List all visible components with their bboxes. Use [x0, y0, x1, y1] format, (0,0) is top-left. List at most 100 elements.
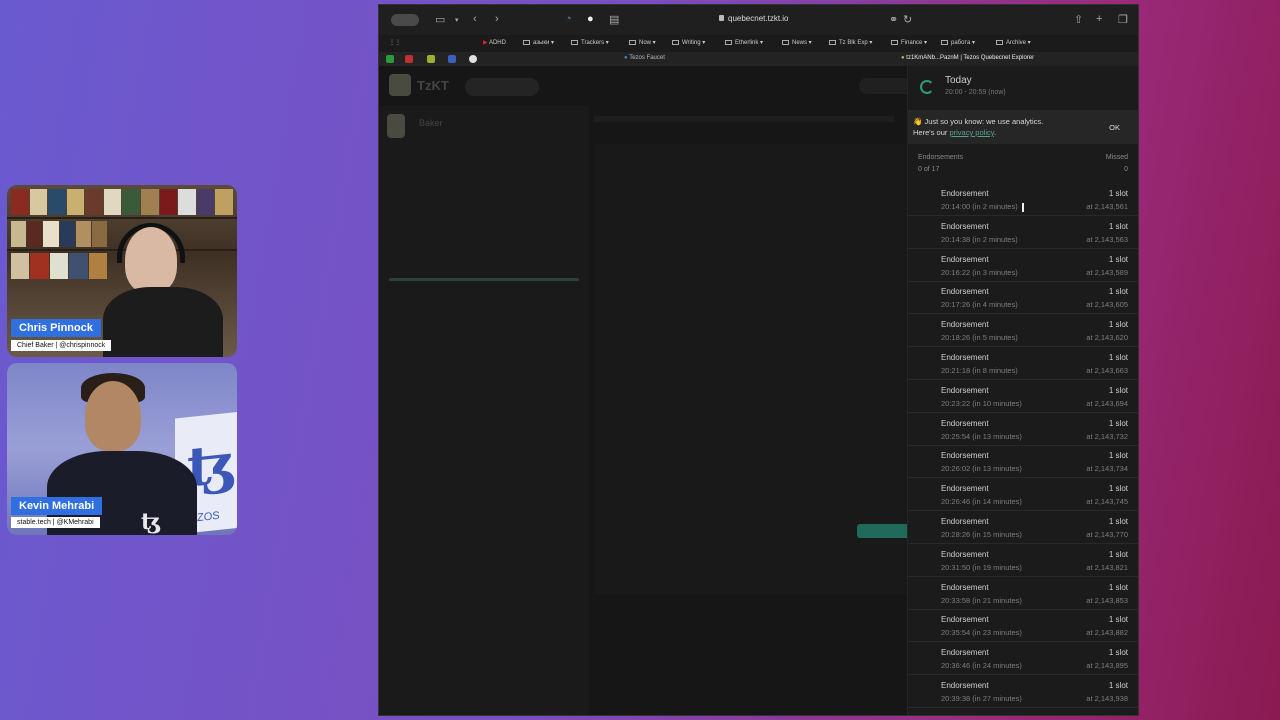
bookmark-adhd[interactable]: ▶ ADHD [483, 39, 506, 46]
item-label: Endorsement [941, 287, 989, 297]
item-label: Endorsement [941, 648, 989, 658]
item-label: Endorsement [941, 451, 989, 461]
item-time: 20:25:54 (in 13 minutes) [941, 431, 1022, 441]
rss-icon[interactable]: ◔ [565, 13, 572, 25]
extension-icon[interactable] [405, 55, 413, 63]
chevron-down-icon[interactable]: ▾ [455, 16, 459, 24]
list-item[interactable]: Endorsement 20:25:54 (in 13 minutes) 1 slo… [908, 413, 1138, 446]
new-tab-icon[interactable]: + [1096, 13, 1102, 25]
item-slot: 1 slot [1108, 189, 1128, 198]
list-item[interactable]: Endorsement 20:26:46 (in 14 minutes) 1 slo… [908, 478, 1138, 512]
tab-faucet[interactable]: ● Tezos Faucet [624, 55, 665, 61]
ok-button[interactable]: OK [1109, 123, 1120, 132]
list-item[interactable]: Endorsement 20:39:38 (in 27 minutes) 1 slo… [908, 675, 1138, 708]
item-level: at 2,143,663 [1086, 366, 1128, 375]
item-time: 20:18:26 (in 5 minutes) [941, 333, 1018, 343]
bookmark-folder[interactable]: Tz Blk Exp ▾ [829, 39, 872, 46]
bookmark-folder[interactable]: Finance ▾ [891, 39, 927, 46]
item-label: Endorsement [941, 221, 989, 231]
item-time: 20:36:46 (in 24 minutes) [941, 661, 1022, 671]
list-item[interactable]: Endorsement 20:16:22 (in 3 minutes) 1 slot… [908, 249, 1138, 282]
item-time: 20:21:18 (in 8 minutes) [941, 366, 1018, 375]
extension-icon[interactable] [427, 55, 435, 63]
bookmark-folder[interactable]: работа ▾ [941, 39, 975, 46]
item-slot: 1 slot [1108, 418, 1128, 428]
list-item[interactable]: Endorsement 20:14:38 (in 2 minutes) 1 slot… [908, 216, 1138, 249]
schedule-popup-panel: Today 20:00 - 20:59 (now) 👋 Just so you … [907, 66, 1138, 715]
missed-count: 0 [1124, 166, 1128, 173]
item-level: at 2,143,605 [1086, 300, 1128, 310]
bookmark-folder[interactable]: News ▾ [782, 39, 812, 46]
item-slot: 1 slot [1108, 681, 1128, 690]
item-level: at 2,143,734 [1086, 464, 1128, 474]
item-slot: 1 slot [1108, 385, 1128, 395]
tezos-shirt-logo: ꜩ [141, 509, 161, 535]
name-tag-kevin: Kevin Mehrabi [11, 497, 103, 515]
name-tag-chris: Chris Pinnock [11, 319, 101, 337]
endorsements-header: Endorsements [918, 154, 964, 161]
extension-icon[interactable] [386, 55, 394, 63]
list-item[interactable]: Endorsement 20:31:50 (in 19 minutes) 1 slo… [908, 544, 1138, 577]
back-icon[interactable]: ‹ [473, 13, 477, 25]
list-item[interactable]: Endorsement 20:35:54 (in 23 minutes) 1 slo… [908, 609, 1138, 643]
tabs-icon[interactable]: ❐ [1118, 13, 1128, 26]
list-item[interactable]: Endorsement 20:28:26 (in 15 minutes) 1 slo… [908, 511, 1138, 544]
bookmarks-grid-icon[interactable]: ⋮⋮ [389, 39, 401, 46]
bookmark-folder[interactable]: Archive ▾ [996, 39, 1031, 46]
bookmark-folder[interactable]: Trackers ▾ [571, 39, 609, 46]
subtitle-tag-chris: Chief Baker | @chrispinnock [11, 340, 112, 351]
privacy-policy-link[interactable]: privacy policy [949, 128, 993, 137]
panel-title: Today [945, 75, 972, 86]
item-time: 20:26:02 (in 13 minutes) [941, 464, 1022, 474]
bookshelf [11, 189, 233, 215]
extension-icon[interactable] [448, 55, 456, 63]
bookmark-folder[interactable]: азыки ▾ [523, 39, 554, 46]
privacy-icon[interactable]: ● [587, 13, 594, 25]
list-item[interactable]: Endorsement 20:18:26 (in 5 minutes) 1 slot… [908, 314, 1138, 348]
list-item[interactable]: Endorsement 20:21:18 (in 8 minutes) 1 slot… [908, 347, 1138, 380]
forward-icon[interactable]: › [495, 13, 499, 25]
item-time: 20:35:54 (in 23 minutes) [941, 628, 1022, 638]
item-level: at 2,143,620 [1086, 333, 1128, 343]
tzkt-logo-icon [389, 74, 411, 96]
item-label: Endorsement [941, 320, 989, 330]
list-item[interactable]: Endorsement 20:23:22 (in 10 minutes) 1 slo… [908, 380, 1138, 413]
item-slot: 1 slot [1108, 517, 1128, 526]
item-slot: 1 slot [1108, 353, 1128, 362]
list-item[interactable]: Endorsement 20:17:26 (in 4 minutes) 1 slot… [908, 281, 1138, 315]
bookmark-folder[interactable]: Writing ▾ [672, 39, 705, 46]
sidebar-icon[interactable]: ▭ [435, 13, 445, 26]
item-time: 20:14:00 (in 2 minutes) [941, 202, 1018, 211]
bookmark-folder[interactable]: Now ▾ [629, 39, 656, 46]
item-time: 20:16:22 (in 3 minutes) [941, 267, 1018, 277]
item-level: at 2,143,853 [1086, 595, 1128, 605]
extension-icon[interactable] [469, 55, 477, 63]
window-controls[interactable] [391, 14, 419, 26]
list-item[interactable]: Endorsement 20:33:58 (in 21 minutes) 1 slo… [908, 577, 1138, 610]
address-bar[interactable]: quebecnet.tzkt.io [719, 14, 788, 23]
translate-icon[interactable]: ⚭ [889, 13, 898, 26]
item-slot: 1 slot [1108, 549, 1128, 559]
item-slot: 1 slot [1108, 484, 1128, 494]
item-level: at 2,143,938 [1086, 694, 1128, 703]
item-label: Endorsement [941, 582, 989, 592]
brand-title: TzKT [417, 78, 449, 93]
item-slot: 1 slot [1108, 221, 1128, 231]
share-icon[interactable]: ⇧ [1074, 13, 1083, 26]
endorsements-count: 0 of 17 [918, 166, 940, 173]
tab-overview-icon[interactable]: ▤ [609, 13, 619, 26]
tab-explorer[interactable]: ● tz1KmANb...PaznM | Tezos Quebecnet Exp… [901, 55, 1034, 61]
item-level: at 2,143,732 [1086, 431, 1128, 441]
bookmark-folder[interactable]: Etherlink ▾ [725, 39, 763, 46]
list-item[interactable]: Endorsement 20:36:46 (in 24 minutes) 1 slo… [908, 642, 1138, 676]
item-level: at 2,143,694 [1086, 398, 1128, 408]
text-cursor [1022, 203, 1024, 212]
tab-strip: ● Tezos Faucet ● tz1KmANb...PaznM | Tezo… [379, 52, 1138, 66]
item-level: at 2,143,895 [1086, 661, 1128, 671]
account-sidebar: Baker [379, 106, 589, 715]
item-time: 20:26:46 (in 14 minutes) [941, 497, 1022, 507]
panel-subtitle: 20:00 - 20:59 (now) [945, 89, 1006, 96]
reload-icon[interactable]: ↻ [903, 13, 912, 26]
list-item[interactable]: Endorsement 20:26:02 (in 13 minutes) 1 slo… [908, 445, 1138, 479]
item-slot: 1 slot [1108, 287, 1128, 297]
